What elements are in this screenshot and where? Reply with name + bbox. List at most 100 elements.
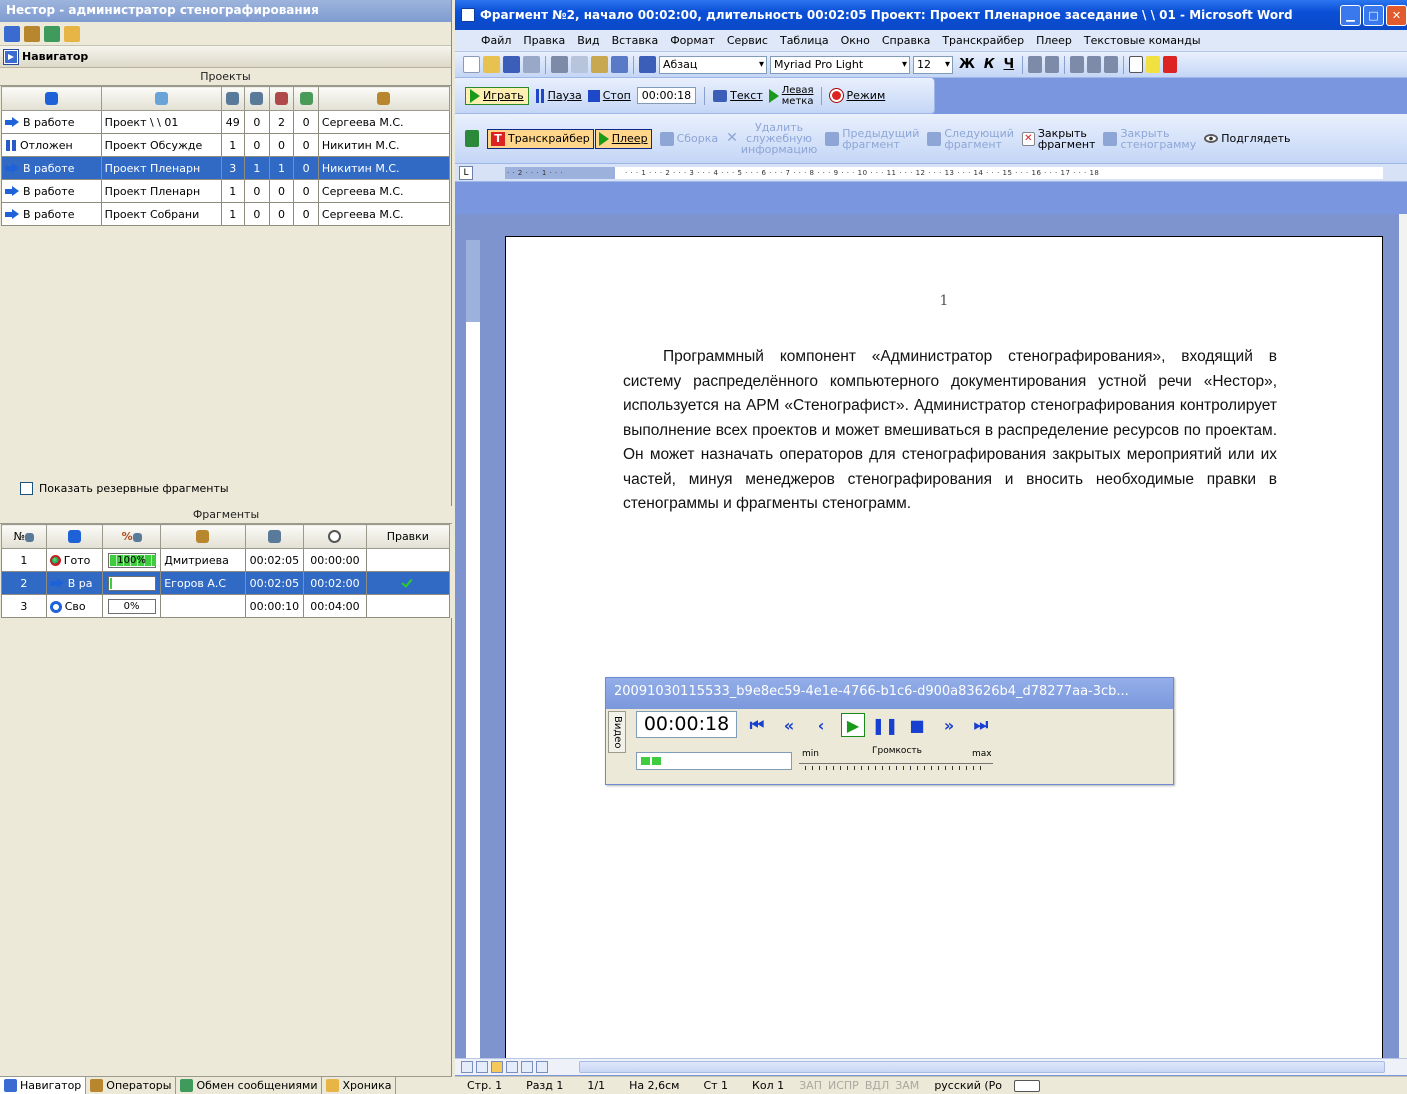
left-mark-button[interactable]: Левая метка [768, 85, 813, 107]
next-fragment-button[interactable]: Следующий фрагмент [927, 128, 1014, 150]
styles-icon[interactable] [639, 56, 656, 73]
messages-icon[interactable] [44, 25, 60, 42]
tab-messages[interactable]: Обмен сообщениями [176, 1077, 323, 1094]
undo-icon[interactable] [611, 56, 628, 73]
scroll-left-button[interactable] [536, 1061, 548, 1073]
player-toggle-button[interactable]: Плеер [594, 128, 652, 149]
menu-item[interactable]: Справка [876, 34, 936, 47]
font-size-combo[interactable]: 12 [913, 55, 953, 74]
col-edits-header[interactable]: Правки [365, 524, 451, 549]
show-reserve-checkbox-row[interactable]: Показать резервные фрагменты [20, 482, 229, 495]
status-ext[interactable]: ВДЛ [862, 1079, 892, 1092]
stop-button[interactable]: Стоп [587, 89, 631, 102]
show-reserve-checkbox[interactable] [20, 482, 33, 495]
font-color-icon[interactable] [1163, 56, 1178, 73]
text-button[interactable]: Текст [713, 89, 763, 102]
copy-icon[interactable] [571, 56, 588, 73]
table-row[interactable]: В работе Проект Пленарн 3 1 1 0 Никитин М.С. [1, 156, 451, 180]
menu-item[interactable]: Формат [664, 34, 721, 47]
vertical-scrollbar[interactable] [1399, 214, 1407, 1058]
table-row[interactable]: В работе Проект Собрани 1 0 0 0 Сергеева М.С. [1, 202, 451, 226]
col-c3-header[interactable] [268, 86, 295, 111]
underline-button[interactable]: Ч [1001, 57, 1018, 72]
permission-icon[interactable] [523, 56, 540, 73]
chronicle-icon[interactable] [64, 25, 80, 42]
table-row[interactable]: 3 Сво 0% 00:00:10 00:04:00 [1, 594, 451, 618]
status-ovr[interactable]: ЗАМ [892, 1079, 922, 1092]
numbered-list-icon[interactable] [1070, 56, 1085, 73]
menu-item[interactable]: Транскрайбер [936, 34, 1030, 47]
save-icon[interactable] [503, 56, 520, 73]
col-duration-header[interactable] [244, 524, 305, 549]
maximize-button[interactable]: □ [1363, 5, 1384, 26]
delete-service-info-button[interactable]: ✕ Удалить служебную информацию [726, 122, 817, 155]
pause-button[interactable]: Пауза [535, 88, 582, 103]
skip-start-icon[interactable]: ⏮ [745, 713, 769, 737]
table-row[interactable]: Отложен Проект Обсужде 1 0 0 0 Никитин М.С. [1, 133, 451, 157]
close-button[interactable]: ✕ [1386, 5, 1407, 26]
fast-forward-icon[interactable]: » [937, 713, 961, 737]
spelling-icon[interactable] [1014, 1079, 1040, 1092]
horizontal-scrollbar[interactable] [579, 1061, 1385, 1073]
fast-rewind-icon[interactable]: « [777, 713, 801, 737]
paste-icon[interactable] [591, 56, 608, 73]
col-operator-header[interactable] [160, 524, 246, 549]
tab-chronicle[interactable]: Хроника [322, 1077, 397, 1094]
align-left-icon[interactable] [1028, 56, 1043, 73]
col-project-header[interactable] [100, 86, 222, 111]
menu-item[interactable]: Плеер [1030, 34, 1078, 47]
print-view-button[interactable] [491, 1061, 503, 1073]
status-trk[interactable]: ИСПР [825, 1079, 862, 1092]
operators-icon[interactable] [24, 25, 40, 42]
menu-item[interactable]: Правка [517, 34, 571, 47]
tab-navigator[interactable]: Навигатор [0, 1077, 87, 1094]
video-toggle[interactable]: Видео [608, 711, 626, 753]
print-icon[interactable] [551, 56, 568, 73]
stop-icon[interactable]: ■ [905, 713, 929, 737]
close-steno-button[interactable]: Закрыть стенограмму [1103, 128, 1196, 150]
table-row[interactable]: 1 Гото 100% Дмитриева 00:02:05 00:00:00 [1, 548, 451, 572]
document-page[interactable]: 1 Программный компонент «Администратор с… [505, 236, 1383, 1058]
col-c1-header[interactable] [220, 86, 246, 111]
table-row[interactable]: 2 В ра Егоров А.С 00:02:05 00:02:00 [1, 571, 451, 595]
peek-button[interactable]: Подглядеть [1204, 133, 1291, 144]
indent-icon[interactable] [1104, 56, 1119, 73]
align-justify-icon[interactable] [1045, 56, 1060, 73]
col-frag-status-header[interactable] [45, 524, 103, 549]
table-row[interactable]: В работе Проект Пленарн 1 0 0 0 Сергеева М.С. [1, 179, 451, 203]
minimize-button[interactable]: ▁ [1340, 5, 1361, 26]
pause-icon[interactable]: ❚❚ [872, 713, 899, 737]
col-percent-header[interactable]: % [101, 524, 162, 549]
prev-fragment-button[interactable]: Предыдущий фрагмент [825, 128, 919, 150]
step-back-icon[interactable]: ‹ [809, 713, 833, 737]
bold-button[interactable]: Ж [956, 57, 978, 72]
play-button[interactable]: Играть [465, 86, 529, 105]
menu-item[interactable]: Вид [571, 34, 605, 47]
borders-icon[interactable] [1129, 56, 1144, 73]
mode-button[interactable]: Режим [829, 88, 885, 103]
play-icon[interactable]: ▶ [841, 713, 865, 737]
status-rec[interactable]: ЗАП [796, 1079, 825, 1092]
col-num-header[interactable]: № [1, 524, 47, 549]
document-area[interactable]: 1 Программный компонент «Администратор с… [455, 214, 1407, 1058]
menu-item[interactable]: Сервис [721, 34, 774, 47]
menu-item[interactable]: Таблица [774, 34, 835, 47]
table-row[interactable]: В работе Проект \ \ 01 49 0 2 0 Сергеева М.С. [1, 110, 451, 134]
web-view-button[interactable] [476, 1061, 488, 1073]
horizontal-ruler[interactable]: · · 2 · · · 1 · · · · · · 1 · · · 2 · · … [505, 167, 1383, 179]
transcriber-button[interactable]: T Транскрайбер [487, 128, 594, 149]
vertical-ruler[interactable] [466, 240, 480, 1058]
menu-item[interactable]: Окно [835, 34, 876, 47]
col-c2-header[interactable] [244, 86, 270, 111]
new-doc-icon[interactable] [463, 56, 480, 73]
col-status-header[interactable] [1, 86, 102, 111]
player-time-field[interactable]: 00:00:18 [636, 87, 697, 104]
word-app-icon[interactable] [461, 8, 475, 22]
highlight-icon[interactable] [1146, 56, 1161, 73]
close-fragment-button[interactable]: ✕ Закрыть фрагмент [1021, 128, 1095, 150]
outline-view-button[interactable] [506, 1061, 518, 1073]
media-progress-bar[interactable] [636, 752, 792, 770]
col-start-header[interactable] [303, 524, 367, 549]
open-folder-icon[interactable] [483, 56, 500, 73]
skip-end-icon[interactable]: ⏭ [969, 713, 993, 737]
